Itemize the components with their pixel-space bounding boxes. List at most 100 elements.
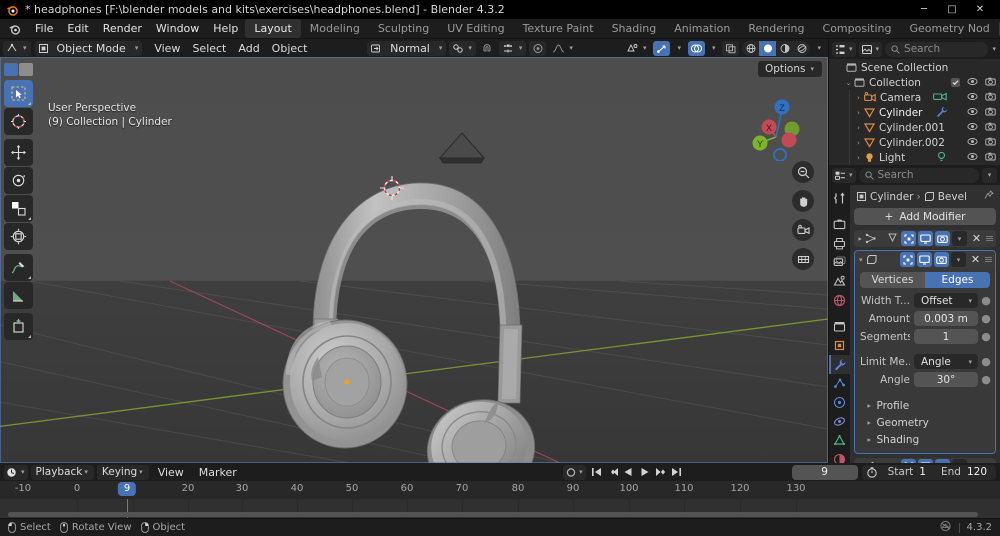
- modifier-show-in-render-icon[interactable]: [934, 252, 949, 267]
- modifier-show-in-viewport-icon[interactable]: [917, 252, 932, 267]
- expand-arrow[interactable]: ›: [853, 139, 864, 147]
- snap-selector[interactable]: ▾: [449, 41, 476, 56]
- start-frame-value[interactable]: 1: [919, 466, 935, 478]
- 3d-viewport[interactable]: User Perspective (9) Collection | Cylind…: [0, 57, 828, 463]
- render-camera-icon[interactable]: [985, 92, 996, 104]
- expand-arrow[interactable]: ›: [853, 124, 864, 132]
- bevel-vertices-button[interactable]: Vertices: [860, 272, 925, 288]
- render-camera-icon[interactable]: [985, 152, 996, 164]
- outliner-row-cylinder[interactable]: › Cylinder: [829, 105, 1000, 120]
- visibility-eye-icon[interactable]: [967, 152, 978, 164]
- tool-transform-icon[interactable]: [4, 223, 33, 250]
- modifier-delete-button[interactable]: ✕: [969, 231, 984, 246]
- workspace-tab-animation[interactable]: Animation: [665, 19, 739, 38]
- tab-constraints[interactable]: [829, 412, 850, 431]
- outliner-display-mode-selector[interactable]: ▾: [859, 42, 883, 57]
- workspace-tab-sculpting[interactable]: Sculpting: [369, 19, 438, 38]
- modifier-extras-dropdown[interactable]: ▾: [951, 252, 966, 267]
- modifier-show-in-editmode-icon[interactable]: [900, 252, 915, 267]
- tool-scale-icon[interactable]: [4, 195, 33, 222]
- tab-physics[interactable]: [829, 393, 850, 412]
- gizmo-dropdown[interactable]: ▾: [673, 41, 685, 56]
- bevel-segments-animate-dot[interactable]: ●: [982, 330, 990, 343]
- transform-orientation-selector[interactable]: Normal ▾: [367, 41, 446, 56]
- timeline-keying-menu[interactable]: Keying ▾: [97, 465, 149, 480]
- previous-keyframe-button[interactable]: [606, 465, 620, 480]
- menu-window[interactable]: Window: [149, 20, 206, 37]
- workspace-tab-layout[interactable]: Layout: [245, 19, 300, 38]
- workspace-tab-modeling[interactable]: Modeling: [301, 19, 369, 38]
- maximize-button[interactable]: □: [938, 0, 966, 19]
- viewport-options-button[interactable]: Options ▾: [758, 61, 822, 77]
- visibility-selector[interactable]: ▾: [623, 41, 651, 56]
- expand-arrow[interactable]: ›: [853, 154, 864, 162]
- tab-output[interactable]: [829, 234, 850, 253]
- editor-type-selector[interactable]: ▾: [3, 41, 31, 56]
- outliner-tree[interactable]: Scene Collection ⌄ Collection: [829, 59, 1000, 165]
- shading-rendered-icon[interactable]: [793, 41, 810, 56]
- outliner-row-scene-collection[interactable]: Scene Collection: [829, 60, 1000, 75]
- menu-file[interactable]: File: [28, 20, 60, 37]
- properties-editor-type-selector[interactable]: ▾: [832, 168, 856, 183]
- light-data-icon[interactable]: [935, 151, 948, 165]
- zoom-icon[interactable]: [792, 161, 814, 183]
- play-reverse-button[interactable]: [622, 465, 636, 480]
- visibility-eye-icon[interactable]: [967, 77, 978, 89]
- tab-world[interactable]: [829, 291, 850, 310]
- shading-material-icon[interactable]: [776, 41, 793, 56]
- properties-search-input[interactable]: Search: [859, 168, 979, 183]
- modifier-drag-handle[interactable]: [985, 257, 992, 262]
- tool-tab-active[interactable]: [4, 63, 18, 76]
- workspace-tab-shading[interactable]: Shading: [603, 19, 666, 38]
- playhead-label[interactable]: 9: [118, 482, 136, 496]
- bevel-edges-button[interactable]: Edges: [925, 272, 990, 288]
- proportional-editing-selector[interactable]: ▾: [499, 41, 527, 56]
- bevel-limit-method-dropdown[interactable]: Angle ▾: [914, 354, 978, 369]
- tab-modifiers[interactable]: [829, 355, 850, 374]
- shading-wireframe-icon[interactable]: [742, 41, 759, 56]
- timeline-editor-type-selector[interactable]: ▾: [4, 465, 28, 480]
- bevel-section-profile[interactable]: ▾ Profile: [860, 397, 990, 414]
- navigation-gizmo[interactable]: Z X Y: [748, 93, 816, 161]
- outliner-row-cylinder-002[interactable]: › Cylinder.002: [829, 135, 1000, 150]
- bevel-section-geometry[interactable]: ▾ Geometry: [860, 414, 990, 431]
- expand-arrow[interactable]: ›: [853, 94, 864, 102]
- tool-move-icon[interactable]: [4, 139, 33, 166]
- end-frame-value[interactable]: 120: [967, 466, 996, 478]
- tab-object-data[interactable]: [829, 431, 850, 450]
- bevel-width-type-dropdown[interactable]: Offset ▾: [914, 293, 978, 308]
- outliner-row-light[interactable]: › Light: [829, 150, 1000, 165]
- visibility-eye-icon[interactable]: [967, 92, 978, 104]
- outliner-search-input[interactable]: Search: [885, 42, 988, 57]
- tab-render[interactable]: [829, 215, 850, 234]
- close-button[interactable]: ✕: [966, 0, 994, 19]
- jump-to-end-button[interactable]: [670, 465, 684, 480]
- next-keyframe-button[interactable]: [654, 465, 668, 480]
- tab-view-layer[interactable]: [829, 253, 850, 272]
- overlays-dropdown[interactable]: ▾: [708, 41, 720, 56]
- minimize-button[interactable]: ─: [910, 0, 938, 19]
- tab-particles[interactable]: [829, 374, 850, 393]
- workspace-tab-rendering[interactable]: Rendering: [739, 19, 813, 38]
- outliner-row-collection[interactable]: ⌄ Collection: [829, 75, 1000, 90]
- tool-add-cube-icon[interactable]: [4, 313, 33, 340]
- timeline-view-menu[interactable]: View: [152, 465, 190, 480]
- viewport-menu-add[interactable]: Add: [232, 41, 265, 56]
- render-camera-icon[interactable]: [985, 107, 996, 119]
- modifier-show-in-viewport-icon[interactable]: [918, 231, 933, 246]
- proportional-toggle-icon[interactable]: [529, 41, 546, 56]
- bevel-limit-method-animate-dot[interactable]: ●: [982, 355, 990, 368]
- xray-toggle-icon[interactable]: [722, 41, 739, 56]
- workspace-tab-uv-editing[interactable]: UV Editing: [438, 19, 513, 38]
- render-camera-icon[interactable]: [985, 77, 996, 89]
- timeline-playback-menu[interactable]: Playback ▾: [31, 465, 94, 480]
- modifier-edit-mode-display-icon[interactable]: [887, 232, 899, 246]
- tab-collection[interactable]: [829, 317, 850, 336]
- visibility-eye-icon[interactable]: [967, 137, 978, 149]
- bevel-amount-field[interactable]: 0.003 m: [914, 311, 978, 326]
- viewport-menu-select[interactable]: Select: [186, 41, 232, 56]
- expand-arrow[interactable]: ⌄: [843, 79, 854, 87]
- render-camera-icon[interactable]: [985, 137, 996, 149]
- modifier-wrench-icon[interactable]: [935, 106, 948, 120]
- outliner-row-camera[interactable]: › Camera: [829, 90, 1000, 105]
